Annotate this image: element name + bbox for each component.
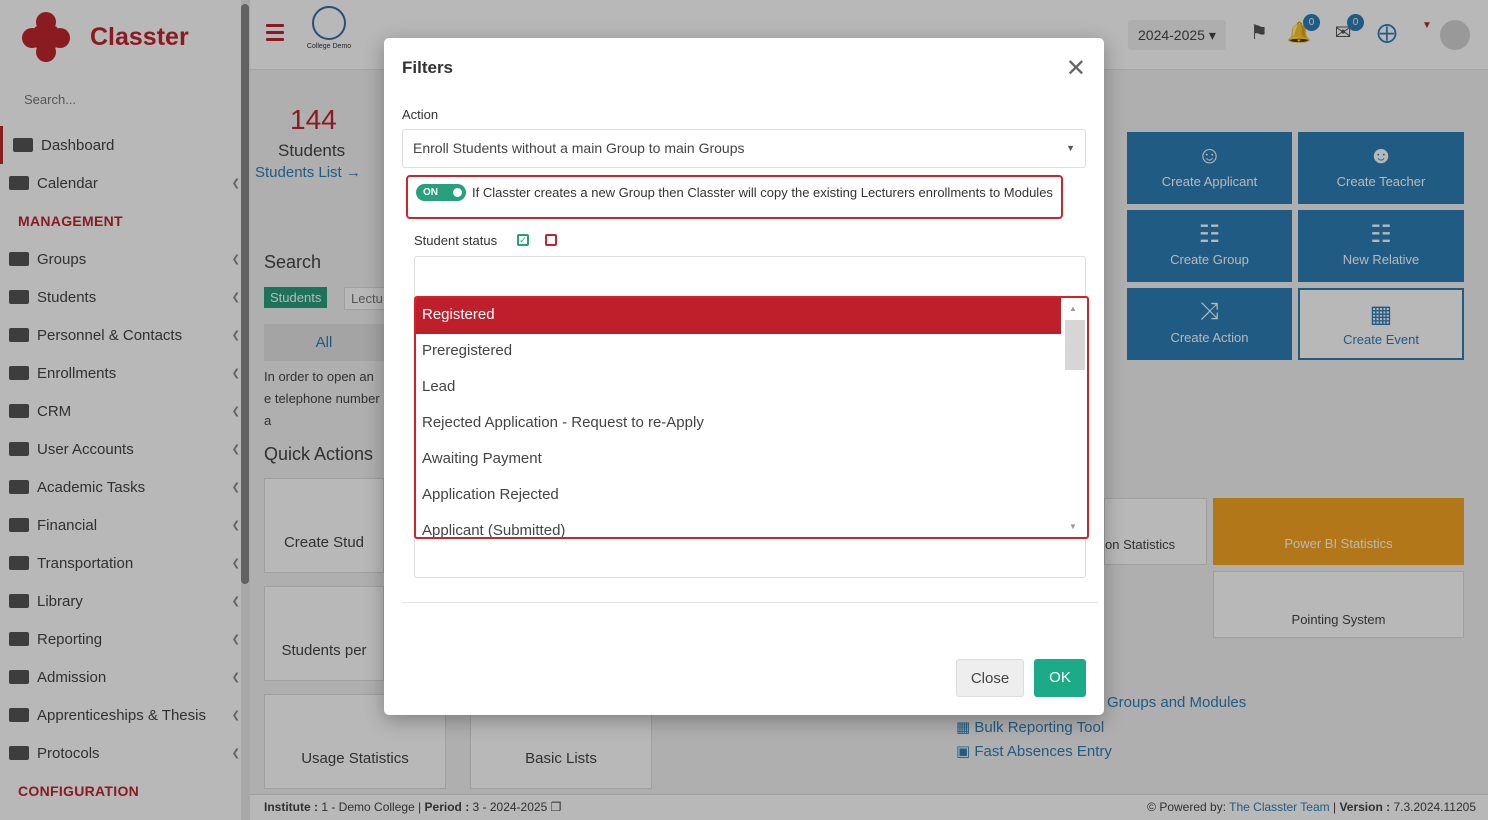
dropdown-scrollbar[interactable]: ▲ ▼ — [1063, 298, 1085, 537]
copy-lecturers-toggle[interactable]: ON — [416, 184, 466, 201]
status-option[interactable]: Preregistered — [416, 334, 1061, 370]
toggle-knob — [453, 188, 462, 197]
deselect-all-checkbox-icon[interactable] — [545, 234, 557, 246]
modal-title: Filters — [402, 58, 454, 77]
modal-divider — [402, 602, 1098, 603]
close-icon[interactable]: ✕ — [1066, 54, 1086, 83]
scroll-down-icon[interactable]: ▼ — [1069, 522, 1077, 531]
status-option[interactable]: Application Rejected — [416, 478, 1061, 514]
scroll-up-icon[interactable]: ▲ — [1069, 304, 1077, 313]
status-option[interactable]: Awaiting Payment — [416, 442, 1061, 478]
copy-lecturers-text: If Classter creates a new Group then Cla… — [472, 185, 1053, 200]
close-button[interactable]: Close — [956, 659, 1024, 697]
filters-modal: Filters ✕ Action Enroll Students without… — [384, 38, 1104, 715]
copy-lecturers-option: ON If Classter creates a new Group then … — [406, 175, 1063, 219]
student-status-dropdown[interactable]: Registered Preregistered Lead Rejected A… — [414, 296, 1089, 539]
student-status-label: Student status — [414, 233, 498, 248]
status-option[interactable]: Rejected Application - Request to re-App… — [416, 406, 1061, 442]
status-option[interactable]: Registered — [416, 298, 1061, 334]
status-option[interactable]: Applicant (Submitted) — [416, 514, 1061, 537]
ok-button[interactable]: OK — [1034, 659, 1086, 697]
dropdown-scrollbar-thumb[interactable] — [1065, 320, 1085, 370]
caret-down-icon: ▼ — [1066, 143, 1075, 153]
status-option[interactable]: Lead — [416, 370, 1061, 406]
action-select[interactable]: Enroll Students without a main Group to … — [402, 129, 1086, 168]
action-label: Action — [402, 107, 439, 122]
select-all-checkbox-icon[interactable]: ✓ — [517, 234, 529, 246]
